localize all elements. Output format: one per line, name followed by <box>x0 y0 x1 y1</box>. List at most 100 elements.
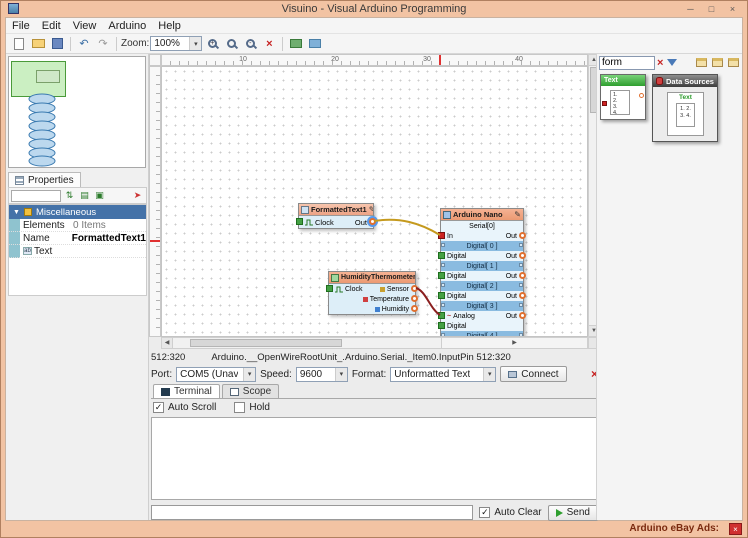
digital-in-pin[interactable] <box>438 292 445 299</box>
palette-item-text[interactable]: Text 1. 2. 3. 4. <box>667 92 704 136</box>
send-button[interactable]: Send <box>548 505 598 521</box>
dropdown-arrow-icon[interactable]: ▾ <box>335 368 347 381</box>
palette-category-data-sources[interactable]: Data Sources Text 1. 2. 3. 4. <box>652 74 718 142</box>
component-search-input[interactable] <box>599 56 655 70</box>
filter-button[interactable] <box>665 56 679 69</box>
digital-out-pin[interactable] <box>519 272 526 279</box>
tab-terminal[interactable]: Terminal <box>153 384 220 398</box>
zoom-in-button[interactable]: + <box>203 35 221 52</box>
new-project-button[interactable] <box>10 35 28 52</box>
node-header[interactable]: FormattedText1 ✎ <box>299 204 373 216</box>
menu-file[interactable]: File <box>6 20 36 32</box>
upload-button[interactable] <box>306 35 324 52</box>
horizontal-scrollbar[interactable]: ◀ ▶ <box>161 337 588 349</box>
humidity-out-pin[interactable] <box>411 305 418 312</box>
wire-formattedtext-out-to-arduino-in[interactable] <box>374 220 440 235</box>
serial-out-pin[interactable] <box>519 232 526 239</box>
node-arduino-nano[interactable]: Arduino Nano ✎ Serial[0] In Out <box>440 208 524 337</box>
delete-button[interactable]: × <box>260 35 278 52</box>
tab-properties[interactable]: Properties <box>8 172 81 187</box>
digital-in-pin[interactable] <box>438 322 445 329</box>
port-select[interactable]: COM5 (Unav ▾ <box>176 367 256 382</box>
format-select[interactable]: Unformatted Text ▾ <box>390 367 496 382</box>
property-row-elements[interactable]: Elements 0 Items <box>9 219 146 232</box>
auto-scroll-option[interactable]: ✓ Auto Scroll <box>153 402 216 413</box>
select-board-button[interactable] <box>287 35 305 52</box>
zoom-reset-button[interactable] <box>222 35 240 52</box>
digital-out-pin[interactable] <box>519 292 526 299</box>
sensor-out-pin[interactable] <box>411 285 418 292</box>
save-project-button[interactable] <box>48 35 66 52</box>
digital-in-pin[interactable] <box>438 252 445 259</box>
digital-in-pin[interactable] <box>438 272 445 279</box>
design-navigator[interactable] <box>8 56 146 168</box>
close-ads-button[interactable]: × <box>729 523 742 535</box>
close-button[interactable]: × <box>723 2 742 15</box>
horizontal-scroll-thumb[interactable] <box>190 339 342 347</box>
expand-button[interactable]: ▣ <box>93 189 106 202</box>
view-category-button[interactable] <box>694 56 708 69</box>
open-project-button[interactable] <box>29 35 47 52</box>
analog-in-pin[interactable] <box>438 312 445 319</box>
clock-input-pin[interactable] <box>296 218 303 225</box>
node-header[interactable]: Arduino Nano ✎ <box>441 209 523 221</box>
property-row-name[interactable]: Name FormattedText1 <box>9 232 146 245</box>
connect-button[interactable]: Connect <box>500 366 566 382</box>
menu-help[interactable]: Help <box>152 20 187 32</box>
redo-button[interactable]: ↷ <box>94 35 112 52</box>
send-input[interactable] <box>151 505 473 520</box>
serial-in-pin[interactable] <box>438 232 445 239</box>
design-canvas[interactable]: FormattedText1 ✎ Clock Out <box>161 66 588 337</box>
dropdown-arrow-icon[interactable]: ▾ <box>189 37 201 50</box>
undo-button[interactable]: ↶ <box>75 35 93 52</box>
clear-search-icon[interactable]: × <box>657 57 663 69</box>
hold-option[interactable]: Hold <box>234 402 270 413</box>
zoom-select[interactable]: 100% ▾ <box>150 36 202 51</box>
edit-pencil-icon[interactable]: ✎ <box>369 205 373 214</box>
arduino-channel-row[interactable]: Digital[ 2 ] <box>441 281 523 291</box>
edit-pencil-icon[interactable]: ✎ <box>514 210 521 219</box>
property-row-text[interactable]: ab Text <box>9 245 146 258</box>
arduino-channel-row[interactable]: Digital[ 1 ] <box>441 261 523 271</box>
scroll-left-button[interactable]: ◀ <box>162 338 173 348</box>
menu-view[interactable]: View <box>67 20 103 32</box>
tree-collapse-icon[interactable]: ▼ <box>13 209 20 216</box>
palette-component-header[interactable]: Text <box>601 75 645 86</box>
menu-edit[interactable]: Edit <box>36 20 67 32</box>
view-tabs-button[interactable] <box>726 56 740 69</box>
arduino-channel-row[interactable]: Digital[ 3 ] <box>441 301 523 311</box>
clock-input-pin[interactable] <box>326 285 333 292</box>
digital-out-pin[interactable] <box>519 252 526 259</box>
dropdown-arrow-icon[interactable]: ▾ <box>243 368 255 381</box>
auto-clear-option[interactable]: ✓ Auto Clear <box>479 507 541 518</box>
property-category-row[interactable]: ▼ Miscellaneous <box>9 205 146 219</box>
dropdown-arrow-icon[interactable]: ▾ <box>483 368 495 381</box>
tab-scope[interactable]: Scope <box>222 384 279 398</box>
auto-clear-checkbox[interactable]: ✓ <box>479 507 490 518</box>
palette-component-body[interactable]: 1. 2. 3. 4. <box>601 86 645 119</box>
menu-arduino[interactable]: Arduino <box>102 20 152 32</box>
minimize-button[interactable]: ─ <box>681 2 700 15</box>
temperature-out-pin[interactable] <box>411 295 418 302</box>
view-list-button[interactable] <box>710 56 724 69</box>
group-button[interactable]: ▤ <box>78 189 91 202</box>
wire-sensor-to-arduino-analog[interactable] <box>416 288 440 315</box>
pin-panel-button[interactable]: ➤ <box>131 189 144 202</box>
category-header[interactable]: Data Sources <box>653 75 717 87</box>
arduino-channel-row[interactable]: Digital[ 0 ] <box>441 241 523 251</box>
maximize-button[interactable]: □ <box>702 2 721 15</box>
speed-select[interactable]: 9600 ▾ <box>296 367 348 382</box>
sort-button[interactable]: ⇅ <box>63 189 76 202</box>
scroll-right-button[interactable]: ▶ <box>441 338 587 348</box>
hold-checkbox[interactable] <box>234 402 245 413</box>
auto-scroll-checkbox[interactable]: ✓ <box>153 402 164 413</box>
out-pin[interactable] <box>369 218 376 225</box>
palette-component-formattedtext[interactable]: Text 1. 2. 3. 4. <box>600 74 646 120</box>
properties-search-input[interactable] <box>11 190 61 202</box>
analog-out-pin[interactable] <box>519 312 526 319</box>
node-header[interactable]: HumidityThermometer1 <box>329 272 415 284</box>
zoom-out-button[interactable]: - <box>241 35 259 52</box>
node-humiditythermometer1[interactable]: HumidityThermometer1 Clock Sensor <box>328 271 416 315</box>
terminal-output[interactable] <box>151 417 598 500</box>
node-formattedtext1[interactable]: FormattedText1 ✎ Clock Out <box>298 203 374 229</box>
